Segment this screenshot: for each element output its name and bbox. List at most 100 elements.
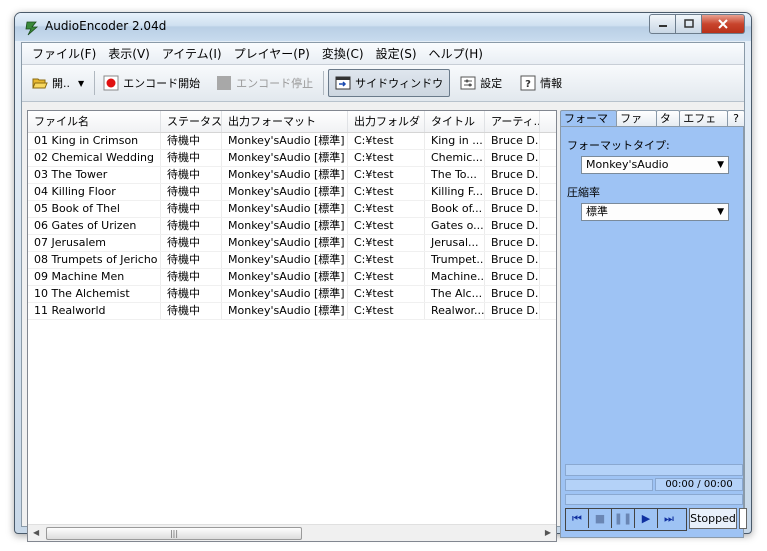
cell-artist: Bruce D...	[485, 150, 540, 166]
cell-format: Monkey'sAudio [標準]	[222, 184, 348, 200]
table-row[interactable]: 03 The Tower 待機中 Monkey'sAudio [標準] C:¥test…	[28, 167, 556, 184]
encode-stop-button[interactable]: エンコード停止	[212, 70, 317, 96]
tab-tag[interactable]: タグ	[655, 110, 681, 140]
cell-artist: Bruce D...	[485, 286, 540, 302]
menu-bar: ファイル(F) 表示(V) アイテム(I) プレイヤー(P) 変換(C) 設定(…	[22, 43, 744, 65]
column-header-title[interactable]: タイトル	[425, 111, 485, 132]
column-header-status[interactable]: ステータス	[161, 111, 222, 132]
column-header-artist[interactable]: アーティ...	[485, 111, 540, 132]
cell-filename: 09 Machine Men	[28, 269, 161, 285]
table-row[interactable]: 02 Chemical Wedding 待機中 Monkey'sAudio [標準]…	[28, 150, 556, 167]
column-header-output-folder[interactable]: 出力フォルダ	[348, 111, 425, 132]
table-row[interactable]: 04 Killing Floor 待機中 Monkey'sAudio [標準] C:¥…	[28, 184, 556, 201]
info-button[interactable]: ? 情報	[516, 70, 566, 96]
minimize-button[interactable]	[649, 14, 676, 34]
cell-status: 待機中	[161, 252, 222, 268]
format-type-select[interactable]: Monkey'sAudio ▼	[581, 156, 729, 174]
cell-format: Monkey'sAudio [標準]	[222, 167, 348, 183]
title-bar[interactable]: AudioEncoder 2.04d	[15, 13, 751, 41]
cell-format: Monkey'sAudio [標準]	[222, 286, 348, 302]
encode-start-label: エンコード開始	[123, 77, 201, 90]
menu-file[interactable]: ファイル(F)	[26, 43, 102, 64]
seek-bar[interactable]	[565, 494, 743, 505]
table-row[interactable]: 05 Book of Thel 待機中 Monkey'sAudio [標準] C:¥t…	[28, 201, 556, 218]
menu-player[interactable]: プレイヤー(P)	[228, 43, 316, 64]
cell-title: The To...	[425, 167, 485, 183]
scroll-thumb[interactable]: |||	[46, 527, 302, 540]
encode-stop-label: エンコード停止	[236, 77, 314, 90]
cell-filename: 08 Trumpets of Jericho	[28, 252, 161, 268]
table-row[interactable]: 10 The Alchemist 待機中 Monkey'sAudio [標準] C:¥…	[28, 286, 556, 303]
cell-title: Realwor...	[425, 303, 485, 319]
client-area: ファイル(F) 表示(V) アイテム(I) プレイヤー(P) 変換(C) 設定(…	[21, 42, 747, 542]
tab-file[interactable]: ファイル	[616, 110, 657, 140]
table-row[interactable]: 07 Jerusalem 待機中 Monkey'sAudio [標準] C:¥test…	[28, 235, 556, 252]
skip-forward-icon: ⏭	[664, 511, 674, 525]
menu-help[interactable]: ヘルプ(H)	[423, 43, 489, 64]
tab-format[interactable]: フォーマット	[560, 110, 618, 140]
main-window: AudioEncoder 2.04d ファイル(F) 表示(V) アイテム(I)…	[14, 12, 752, 542]
cell-filename: 04 Killing Floor	[28, 184, 161, 200]
cell-title: The Alc...	[425, 286, 485, 302]
play-button[interactable]: ▶	[635, 509, 658, 528]
column-header-filename[interactable]: ファイル名	[28, 111, 161, 132]
cell-status: 待機中	[161, 286, 222, 302]
volume-control[interactable]	[739, 508, 747, 529]
prev-track-button[interactable]: ⏮	[566, 509, 589, 528]
tab-effect[interactable]: エフェクト	[679, 110, 729, 140]
menu-view[interactable]: 表示(V)	[102, 43, 156, 64]
stop-button[interactable]: ■	[589, 509, 612, 528]
cell-folder: C:¥test	[348, 303, 425, 319]
stop-icon: ■	[594, 512, 606, 525]
scroll-right-icon[interactable]: ▶	[545, 528, 551, 537]
table-row[interactable]: 08 Trumpets of Jericho 待機中 Monkey'sAudio […	[28, 252, 556, 269]
cell-folder: C:¥test	[348, 269, 425, 285]
column-header-output-format[interactable]: 出力フォーマット	[222, 111, 348, 132]
maximize-button[interactable]	[676, 14, 702, 34]
menu-item[interactable]: アイテム(I)	[156, 43, 228, 64]
format-type-label: フォーマットタイプ:	[567, 139, 670, 152]
minimize-icon	[658, 25, 667, 27]
side-window-button[interactable]: サイドウィンドウ	[328, 69, 451, 97]
close-button[interactable]	[702, 14, 745, 34]
table-row[interactable]: 01 King in Crimson 待機中 Monkey'sAudio [標準] C…	[28, 133, 556, 150]
file-list[interactable]: ファイル名 ステータス 出力フォーマット 出力フォルダ タイトル アーティ...…	[27, 110, 557, 542]
cell-format: Monkey'sAudio [標準]	[222, 201, 348, 217]
open-button[interactable]: 開.. ▼	[28, 70, 88, 96]
cell-filename: 01 King in Crimson	[28, 133, 161, 149]
menu-convert[interactable]: 変換(C)	[316, 43, 370, 64]
horizontal-scrollbar[interactable]: ◀ ||| ▶	[28, 524, 556, 541]
player-controls: ⏮ ■ ❚❚ ▶ ⏭	[565, 508, 687, 531]
cell-format: Monkey'sAudio [標準]	[222, 150, 348, 166]
window-title: AudioEncoder 2.04d	[45, 19, 167, 33]
side-window-label: サイドウィンドウ	[355, 77, 444, 90]
side-tabs: フォーマット ファイル タグ エフェクト ?	[560, 110, 745, 140]
compression-label: 圧縮率	[567, 186, 600, 199]
encode-start-button[interactable]: エンコード開始	[99, 70, 204, 96]
compression-select[interactable]: 標準 ▼	[581, 203, 729, 221]
cell-title: Trumpet...	[425, 252, 485, 268]
table-row[interactable]: 06 Gates of Urizen 待機中 Monkey'sAudio [標準] C…	[28, 218, 556, 235]
next-track-button[interactable]: ⏭	[658, 509, 680, 528]
table-row[interactable]: 11 Realworld 待機中 Monkey'sAudio [標準] C:¥test…	[28, 303, 556, 320]
compression-value: 標準	[586, 205, 608, 218]
cell-artist: Bruce D...	[485, 167, 540, 183]
cell-title: Book of...	[425, 201, 485, 217]
table-row[interactable]: 09 Machine Men 待機中 Monkey'sAudio [標準] C:¥te…	[28, 269, 556, 286]
menu-settings[interactable]: 設定(S)	[370, 43, 423, 64]
cell-filename: 07 Jerusalem	[28, 235, 161, 251]
settings-label: 設定	[480, 77, 503, 90]
pause-icon: ❚❚	[613, 512, 633, 525]
cell-title: Machine...	[425, 269, 485, 285]
settings-icon	[460, 76, 476, 90]
dropdown-arrow-icon[interactable]: ▼	[78, 79, 84, 88]
tab-help[interactable]: ?	[727, 110, 745, 126]
cell-title: Jerusal...	[425, 235, 485, 251]
pause-button[interactable]: ❚❚	[612, 509, 635, 528]
toolbar-separator	[323, 71, 325, 95]
settings-button[interactable]: 設定	[456, 70, 506, 96]
player-status: Stopped	[689, 508, 737, 529]
track-info-bar	[565, 464, 743, 476]
scroll-left-icon[interactable]: ◀	[33, 528, 39, 537]
cell-folder: C:¥test	[348, 133, 425, 149]
